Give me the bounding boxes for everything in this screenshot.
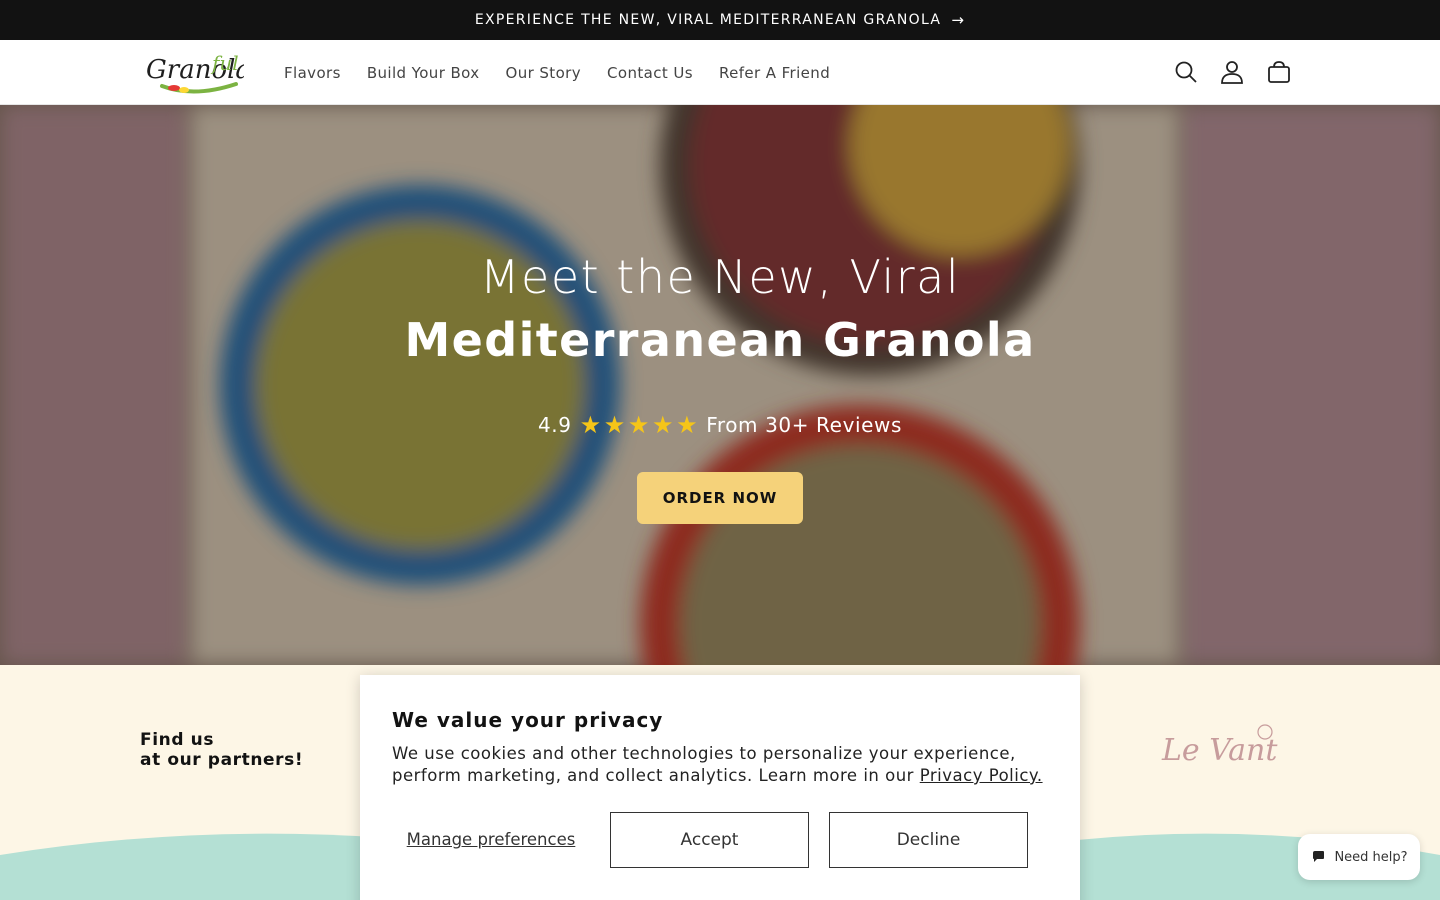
arrow-right-icon: →: [951, 11, 966, 29]
order-now-button[interactable]: ORDER NOW: [637, 472, 803, 524]
rating-value: 4.9: [537, 413, 572, 437]
star-icon: ★: [579, 411, 602, 439]
privacy-policy-link[interactable]: Privacy Policy.: [920, 766, 1043, 785]
nav-contact-us[interactable]: Contact Us: [607, 64, 693, 82]
cart-icon[interactable]: [1266, 59, 1292, 85]
accept-button[interactable]: Accept: [610, 812, 809, 868]
nav-our-story[interactable]: Our Story: [506, 64, 581, 82]
nav-build-your-box[interactable]: Build Your Box: [367, 64, 480, 82]
announcement-text[interactable]: EXPERIENCE THE NEW, VIRAL MEDITERRANEAN …: [475, 12, 942, 28]
star-rating: ★ ★ ★ ★ ★: [580, 413, 699, 437]
partners-heading-line1: Find us: [140, 730, 215, 750]
manage-preferences-button[interactable]: Manage preferences: [392, 812, 590, 868]
partners-heading: Find us at our partners!: [140, 730, 303, 770]
cookie-title: We value your privacy: [392, 708, 664, 732]
cookie-consent-dialog: We value your privacy We use cookies and…: [360, 675, 1080, 900]
star-icon: ★: [627, 411, 650, 439]
partners-heading-line2: at our partners!: [140, 750, 304, 770]
star-icon: ★: [651, 411, 675, 439]
decline-button[interactable]: Decline: [829, 812, 1028, 868]
help-widget[interactable]: Need help?: [1298, 834, 1420, 880]
rating-summary: 4.9 ★ ★ ★ ★ ★ From 30+ Reviews: [0, 413, 1440, 437]
account-icon[interactable]: [1219, 59, 1245, 85]
granolaful-logo[interactable]: Granola ful: [144, 48, 244, 98]
help-label: Need help?: [1334, 849, 1408, 865]
hero-banner: Meet the New, Viral Mediterranean Granol…: [0, 105, 1440, 665]
nav-refer-a-friend[interactable]: Refer A Friend: [719, 64, 830, 82]
star-icon: ★: [603, 411, 626, 439]
hero-overlay: [0, 105, 1440, 665]
cookie-description: We use cookies and other technologies to…: [392, 743, 1052, 787]
hero-title-line1: Meet the New, Viral: [479, 250, 961, 304]
star-icon: ★: [676, 411, 699, 439]
rating-text: From 30+ Reviews: [706, 413, 903, 437]
announcement-bar[interactable]: EXPERIENCE THE NEW, VIRAL MEDITERRANEAN …: [0, 0, 1440, 40]
svg-text:ful: ful: [210, 51, 239, 75]
main-nav: Flavors Build Your Box Our Story Contact…: [284, 40, 830, 105]
site-header: Granola ful Flavors Build Your Box Our S…: [0, 40, 1440, 105]
search-icon[interactable]: [1173, 59, 1199, 85]
chat-icon: [1313, 851, 1325, 862]
hero-title-line2: Mediterranean Granola: [404, 313, 1036, 367]
levant-partner-logo[interactable]: Le Vant: [1160, 720, 1280, 774]
nav-flavors[interactable]: Flavors: [284, 64, 341, 82]
